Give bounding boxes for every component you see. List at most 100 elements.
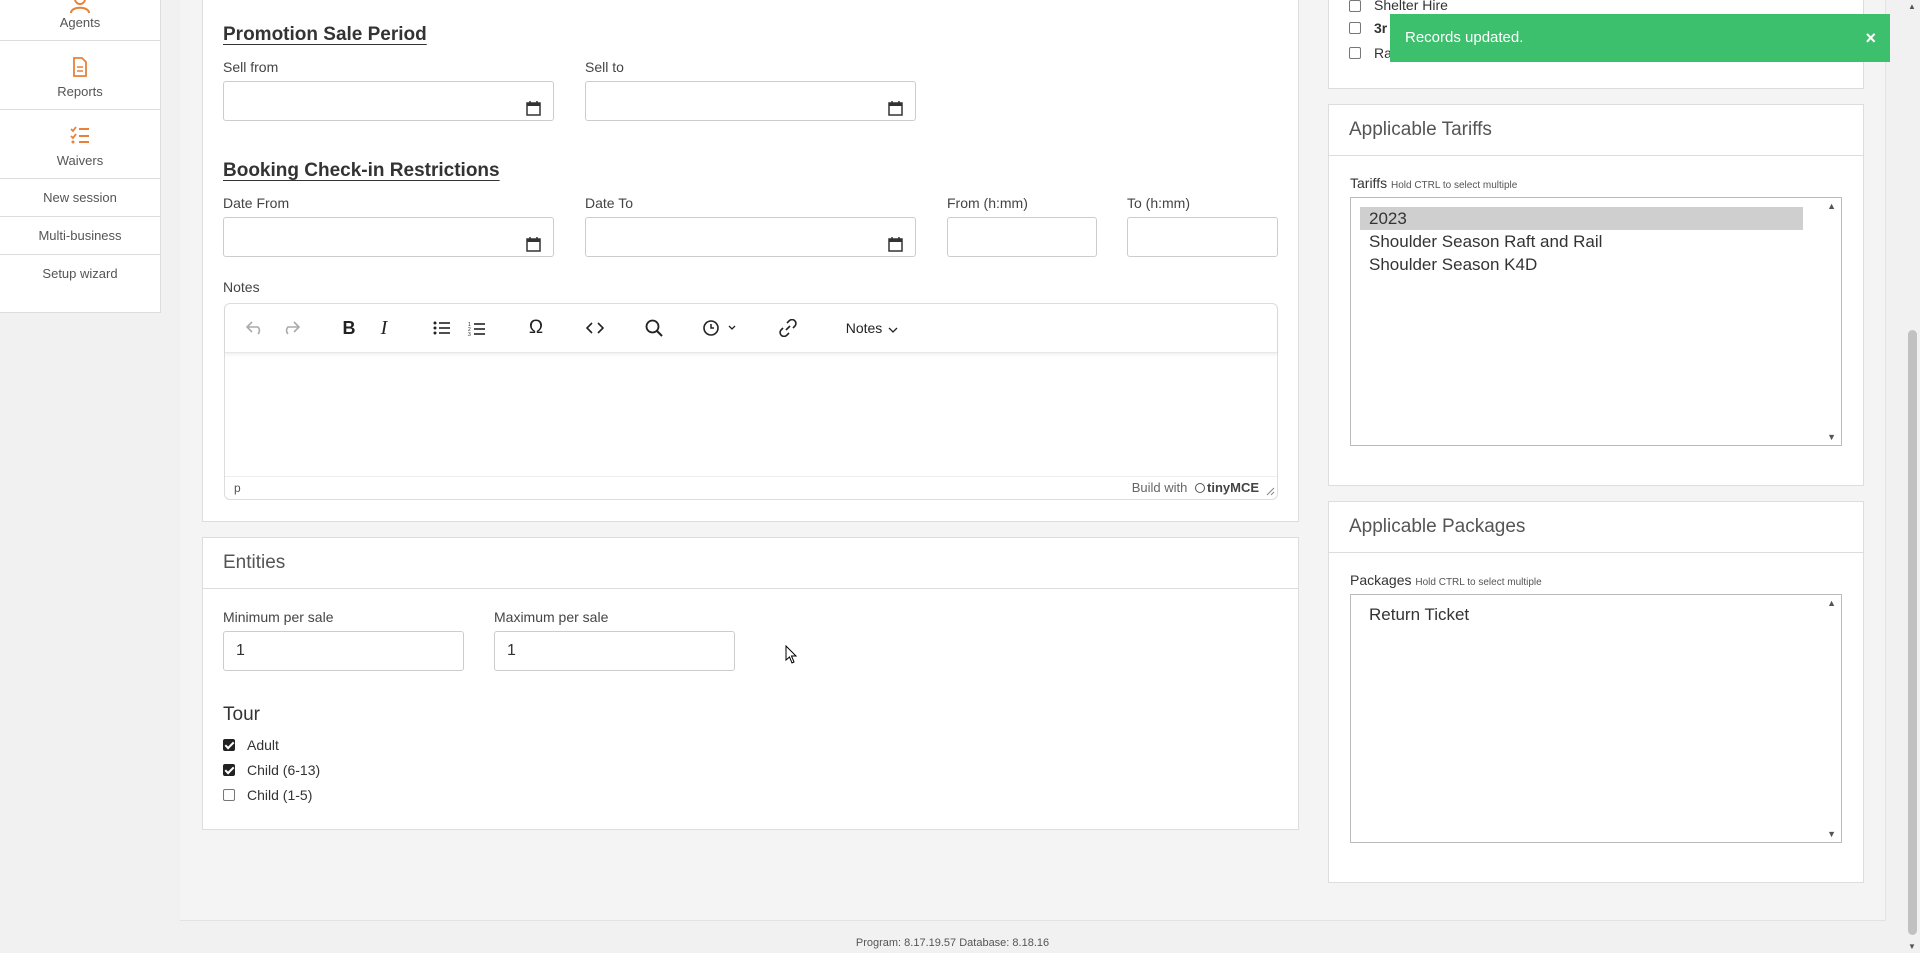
scroll-down-icon[interactable]: ▼	[1827, 432, 1836, 442]
shelter-hire-label: Shelter Hire	[1374, 0, 1448, 13]
tariff-option[interactable]: Shoulder Season Raft and Rail	[1360, 230, 1803, 253]
sidebar-link-label: Setup wizard	[42, 266, 118, 281]
sell-to-label: Sell to	[585, 59, 624, 75]
option-ra-checkbox[interactable]	[1349, 47, 1361, 59]
max-per-sale-input[interactable]: 1	[494, 631, 735, 671]
tariffs-label-row: Tariffs Hold CTRL to select multiple	[1350, 175, 1517, 191]
source-code-icon[interactable]	[583, 316, 607, 340]
packages-label-row: Packages Hold CTRL to select multiple	[1350, 572, 1542, 588]
date-to-label: Date To	[585, 195, 633, 211]
calendar-icon[interactable]	[888, 93, 903, 131]
editor-body[interactable]	[225, 353, 1277, 476]
element-path[interactable]: p	[234, 481, 241, 495]
sidebar-item-label: Agents	[59, 15, 101, 30]
toast-message: Records updated.	[1405, 29, 1524, 46]
child-6-13-checkbox-label: Child (6-13)	[247, 762, 321, 778]
booking-checkin-title: Booking Check-in Restrictions	[223, 160, 500, 181]
tariffs-hint: Hold CTRL to select multiple	[1390, 180, 1518, 191]
option-3r-label: 3r	[1374, 20, 1388, 36]
sidebar: Agents Reports Waivers New session Multi…	[0, 0, 161, 313]
tariff-option[interactable]: 2023	[1360, 207, 1803, 230]
sidebar-item-agents[interactable]: Agents	[0, 0, 160, 41]
to-time-input[interactable]	[1127, 217, 1278, 257]
shelter-hire-checkbox[interactable]	[1349, 0, 1361, 12]
resize-handle-icon[interactable]	[1265, 485, 1275, 499]
tariffs-select[interactable]: 2023 Shoulder Season Raft and Rail Shoul…	[1350, 197, 1842, 446]
page-scrollbar[interactable]: ▲ ▼	[1905, 0, 1920, 953]
sidebar-item-label: Waivers	[56, 153, 104, 168]
version-footer: Program: 8.17.19.57 Database: 8.18.16	[855, 937, 1050, 949]
scroll-up-icon[interactable]: ▲	[1827, 598, 1836, 608]
success-toast: Records updated. ×	[1390, 14, 1890, 62]
min-per-sale-label: Minimum per sale	[223, 609, 334, 625]
link-icon[interactable]	[776, 316, 800, 340]
max-per-sale-label: Maximum per sale	[494, 609, 609, 625]
packages-select[interactable]: Return Ticket ▲ ▼	[1350, 594, 1842, 843]
child-1-5-checkbox[interactable]	[223, 789, 235, 801]
package-option[interactable]: Return Ticket	[1360, 603, 1803, 626]
sidebar-item-label: Reports	[57, 84, 103, 99]
scroll-up-icon[interactable]: ▲	[1908, 2, 1916, 11]
sidebar-item-waivers[interactable]: Waivers	[0, 110, 160, 179]
child-1-5-checkbox-label: Child (1-5)	[247, 787, 313, 803]
search-icon[interactable]	[642, 316, 666, 340]
calendar-icon[interactable]	[526, 229, 541, 267]
redo-icon[interactable]	[279, 316, 303, 340]
editor-branding[interactable]: Build with tinyMCE	[1132, 480, 1259, 495]
min-per-sale-value: 1	[236, 642, 245, 659]
notes-menu-dropdown[interactable]: Notes	[837, 316, 907, 340]
scrollbar-thumb[interactable]	[1908, 330, 1917, 935]
chevron-down-icon	[888, 320, 898, 336]
insert-datetime-icon[interactable]	[700, 316, 740, 340]
to-time-label: To (h:mm)	[1127, 195, 1190, 211]
sidebar-link-multi-business[interactable]: Multi-business	[0, 217, 160, 255]
notes-menu-label: Notes	[845, 320, 883, 336]
scroll-down-icon[interactable]: ▼	[1827, 829, 1836, 839]
from-time-input[interactable]	[947, 217, 1097, 257]
close-icon[interactable]: ×	[1865, 14, 1876, 62]
adult-checkbox-label: Adult	[247, 737, 279, 753]
editor-statusbar: p Build with tinyMCE	[225, 476, 1277, 499]
report-icon	[72, 57, 88, 80]
min-per-sale-input[interactable]: 1	[223, 631, 464, 671]
svg-text:3: 3	[468, 332, 471, 336]
packages-hint: Hold CTRL to select multiple	[1415, 577, 1542, 588]
tariff-option[interactable]: Shoulder Season K4D	[1360, 253, 1803, 276]
calendar-icon[interactable]	[888, 229, 903, 267]
scroll-down-icon[interactable]: ▼	[1908, 942, 1916, 951]
promotion-sale-period-title: Promotion Sale Period	[223, 24, 427, 45]
packages-panel-title: Applicable Packages	[1329, 502, 1863, 553]
packages-label: Packages	[1350, 572, 1412, 588]
sidebar-item-reports[interactable]: Reports	[0, 41, 160, 110]
tinymce-logo-icon	[1195, 483, 1205, 493]
numbered-list-icon[interactable]: 123	[465, 316, 489, 340]
sidebar-link-label: Multi-business	[38, 228, 122, 243]
date-to-input[interactable]	[585, 217, 916, 257]
date-from-input[interactable]	[223, 217, 554, 257]
editor-toolbar: B I 123 Ω Notes	[225, 304, 1277, 353]
bold-icon[interactable]: B	[337, 316, 361, 340]
calendar-icon[interactable]	[526, 93, 541, 131]
tariffs-label: Tariffs	[1350, 175, 1388, 191]
special-character-icon[interactable]: Ω	[524, 316, 548, 340]
italic-icon[interactable]: I	[372, 316, 396, 340]
checklist-icon	[70, 126, 90, 147]
from-time-label: From (h:mm)	[947, 195, 1028, 211]
notes-editor: B I 123 Ω Notes p Build with tinyMCE	[224, 303, 1278, 500]
child-6-13-checkbox[interactable]	[223, 764, 235, 776]
option-3r-checkbox[interactable]	[1349, 22, 1361, 34]
notes-label: Notes	[223, 279, 260, 295]
sell-from-input[interactable]	[223, 81, 554, 121]
undo-icon[interactable]	[243, 316, 267, 340]
scroll-up-icon[interactable]: ▲	[1827, 201, 1836, 211]
entities-panel: Entities	[202, 537, 1299, 830]
mouse-cursor-icon	[785, 644, 798, 669]
adult-checkbox[interactable]	[223, 739, 235, 751]
max-per-sale-value: 1	[507, 642, 516, 659]
branding-text: Build with	[1131, 480, 1188, 495]
sell-to-input[interactable]	[585, 81, 916, 121]
sidebar-link-setup-wizard[interactable]: Setup wizard	[0, 255, 160, 292]
bullet-list-icon[interactable]	[430, 316, 454, 340]
entities-title: Entities	[203, 538, 1298, 589]
sidebar-link-new-session[interactable]: New session	[0, 179, 160, 217]
